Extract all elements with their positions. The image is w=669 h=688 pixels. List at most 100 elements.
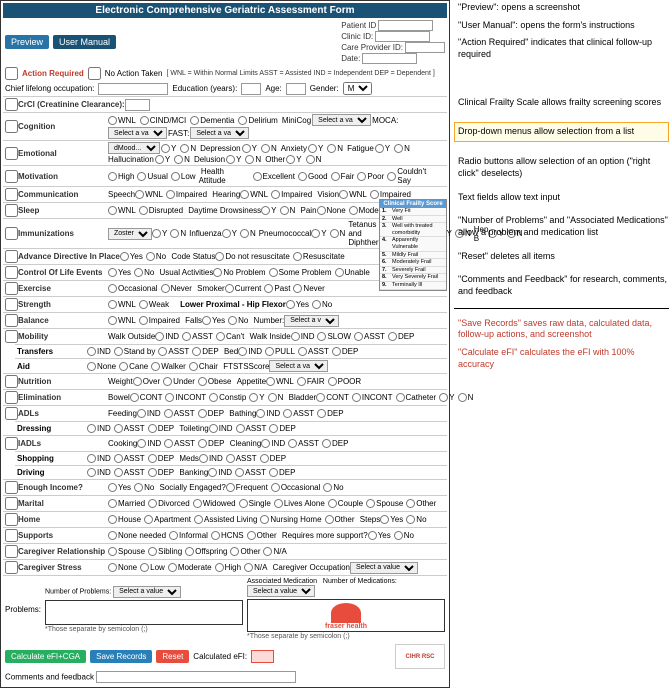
moca-select[interactable]: Select a va: [108, 127, 167, 139]
strength-checkbox[interactable]: [5, 298, 18, 311]
action-required-checkbox[interactable]: [5, 67, 18, 80]
adls-checkbox[interactable]: [5, 407, 18, 420]
cognition-delirium[interactable]: Delirium: [238, 116, 277, 125]
other-y[interactable]: Y: [286, 155, 301, 164]
iadls-checkbox[interactable]: [5, 437, 18, 450]
ftsts-select[interactable]: Select a va: [269, 360, 328, 372]
caregiver-stress-checkbox[interactable]: [5, 561, 18, 574]
sleep-checkbox[interactable]: [5, 204, 18, 217]
emotional-yn-n[interactable]: N: [180, 144, 196, 153]
care-provider-input[interactable]: [405, 42, 445, 53]
immunizations-checkbox[interactable]: [5, 227, 18, 240]
mobility-checkbox[interactable]: [5, 330, 18, 343]
dressing-label: Dressing: [17, 424, 87, 433]
cognition-label: Cognition: [18, 122, 108, 131]
preview-button[interactable]: Preview: [5, 35, 49, 49]
gender-select[interactable]: MF: [343, 82, 372, 95]
education-input[interactable]: [241, 83, 261, 95]
efi-result: Calculated eFI:: [193, 650, 274, 663]
gender-label: Gender:: [310, 84, 339, 93]
crci-checkbox[interactable]: [5, 98, 18, 111]
elimination-row: Elimination Bowel CONT INCONT Constip Y …: [3, 389, 447, 405]
immunizations-select[interactable]: Zoster: [108, 228, 152, 240]
age-input[interactable]: [286, 83, 306, 95]
patient-id-input[interactable]: [378, 20, 433, 31]
emotional-row: Emotional dMood... Y N Depression Y N An…: [3, 140, 447, 165]
advance-directive-checkbox[interactable]: [5, 250, 18, 263]
motivation-checkbox[interactable]: [5, 170, 18, 183]
home-label: Home: [18, 515, 108, 524]
adls-label: ADLs: [18, 409, 108, 418]
calculate-button[interactable]: Calculate eFI+CGA: [5, 650, 86, 663]
emotional-label: Emotional: [18, 149, 108, 158]
crci-input[interactable]: [125, 99, 150, 111]
anxiety-n[interactable]: N: [327, 144, 343, 153]
annotation-radio: Radio buttons allow selection of an opti…: [454, 156, 669, 179]
marital-checkbox[interactable]: [5, 497, 18, 510]
fatigue-y[interactable]: Y: [375, 144, 390, 153]
fatigue-n[interactable]: N: [394, 144, 410, 153]
exercise-checkbox[interactable]: [5, 282, 18, 295]
clinic-id-input[interactable]: [375, 31, 430, 42]
driving-label: Driving: [17, 468, 87, 477]
home-checkbox[interactable]: [5, 513, 18, 526]
balance-checkbox[interactable]: [5, 314, 18, 327]
motivation-label: Motivation: [18, 172, 108, 181]
frailty-item-5: 5. Mildly Frail: [380, 252, 446, 260]
advance-directive-label: Advance Directive In Place: [18, 252, 120, 261]
emotional-yn-y[interactable]: Y: [161, 144, 176, 153]
other-n[interactable]: N: [306, 155, 322, 164]
anxiety-y[interactable]: Y: [308, 144, 323, 153]
cognition-cind[interactable]: CIND/MCI: [140, 116, 186, 125]
comments-row: Comments and feedback: [5, 671, 445, 683]
efi-value: [251, 650, 274, 663]
supports-checkbox[interactable]: [5, 529, 18, 542]
motivation-row: Motivation High Usual Low Health Attitud…: [3, 165, 447, 186]
cognition-dementia[interactable]: Dementia: [190, 116, 234, 125]
communication-checkbox[interactable]: [5, 188, 18, 201]
meds-list-box[interactable]: fraser health: [247, 599, 445, 632]
iadls-cooking-row: IADLs Cooking IND ASST DEP Cleaning IND …: [3, 435, 447, 451]
control-life-checkbox[interactable]: [5, 266, 18, 279]
cognition-checkbox[interactable]: [5, 120, 18, 133]
reset-button[interactable]: Reset: [156, 650, 189, 663]
hallucination-y[interactable]: Y: [155, 155, 170, 164]
num-meds-select[interactable]: Select a value: [247, 585, 315, 597]
elimination-checkbox[interactable]: [5, 391, 18, 404]
education-label: Education (years):: [172, 84, 237, 93]
depression-n[interactable]: N: [261, 144, 277, 153]
caregiver-relationship-checkbox[interactable]: [5, 545, 18, 558]
chief-occupation-input[interactable]: [98, 83, 168, 95]
annotation-calculate-efi: "Calculate eFI" calculates the eFI with …: [454, 347, 669, 370]
frailty-item-9: 9. Terminally Ill: [380, 282, 446, 290]
comments-input[interactable]: [96, 671, 296, 683]
date-input[interactable]: [362, 53, 417, 64]
falls-number-select[interactable]: Select a v: [284, 315, 339, 327]
care-provider-label: Care Provider ID:: [341, 43, 403, 52]
cognition-wnl[interactable]: WNL: [108, 116, 136, 125]
emotional-select[interactable]: dMood...: [108, 142, 160, 154]
caregiver-stress-label: Caregiver Stress: [18, 563, 108, 572]
frailty-item-6: 6. Moderately Frail: [380, 259, 446, 267]
annotation-frailty-scale: Clinical Frailty Scale allows frailty sc…: [454, 97, 669, 109]
action-required-label: Action Required: [22, 69, 84, 78]
caregiver-occupation-select[interactable]: Select a value: [350, 562, 418, 574]
nutrition-checkbox[interactable]: [5, 375, 18, 388]
save-button[interactable]: Save Records: [90, 650, 152, 663]
minicog-select[interactable]: Select a va: [312, 114, 371, 126]
fast-select[interactable]: Select a va: [190, 127, 249, 139]
delusion-y[interactable]: Y: [226, 155, 241, 164]
frailty-item-1: 1. Very Fit: [380, 208, 446, 216]
chief-occupation-row: Chief lifelong occupation: Education (ye…: [3, 81, 447, 96]
marital-row: Marital Married Divorced Widowed Single …: [3, 495, 447, 511]
num-problems-select[interactable]: Select a value: [113, 586, 181, 598]
problems-list-box[interactable]: [45, 600, 243, 625]
delusion-n[interactable]: N: [245, 155, 261, 164]
exercise-label: Exercise: [18, 284, 108, 293]
user-manual-button[interactable]: User Manual: [53, 35, 116, 49]
hallucination-n[interactable]: N: [174, 155, 190, 164]
depression-y[interactable]: Y: [242, 144, 257, 153]
no-action-checkbox[interactable]: [88, 67, 101, 80]
emotional-checkbox[interactable]: [5, 147, 18, 160]
enough-income-checkbox[interactable]: [5, 481, 18, 494]
